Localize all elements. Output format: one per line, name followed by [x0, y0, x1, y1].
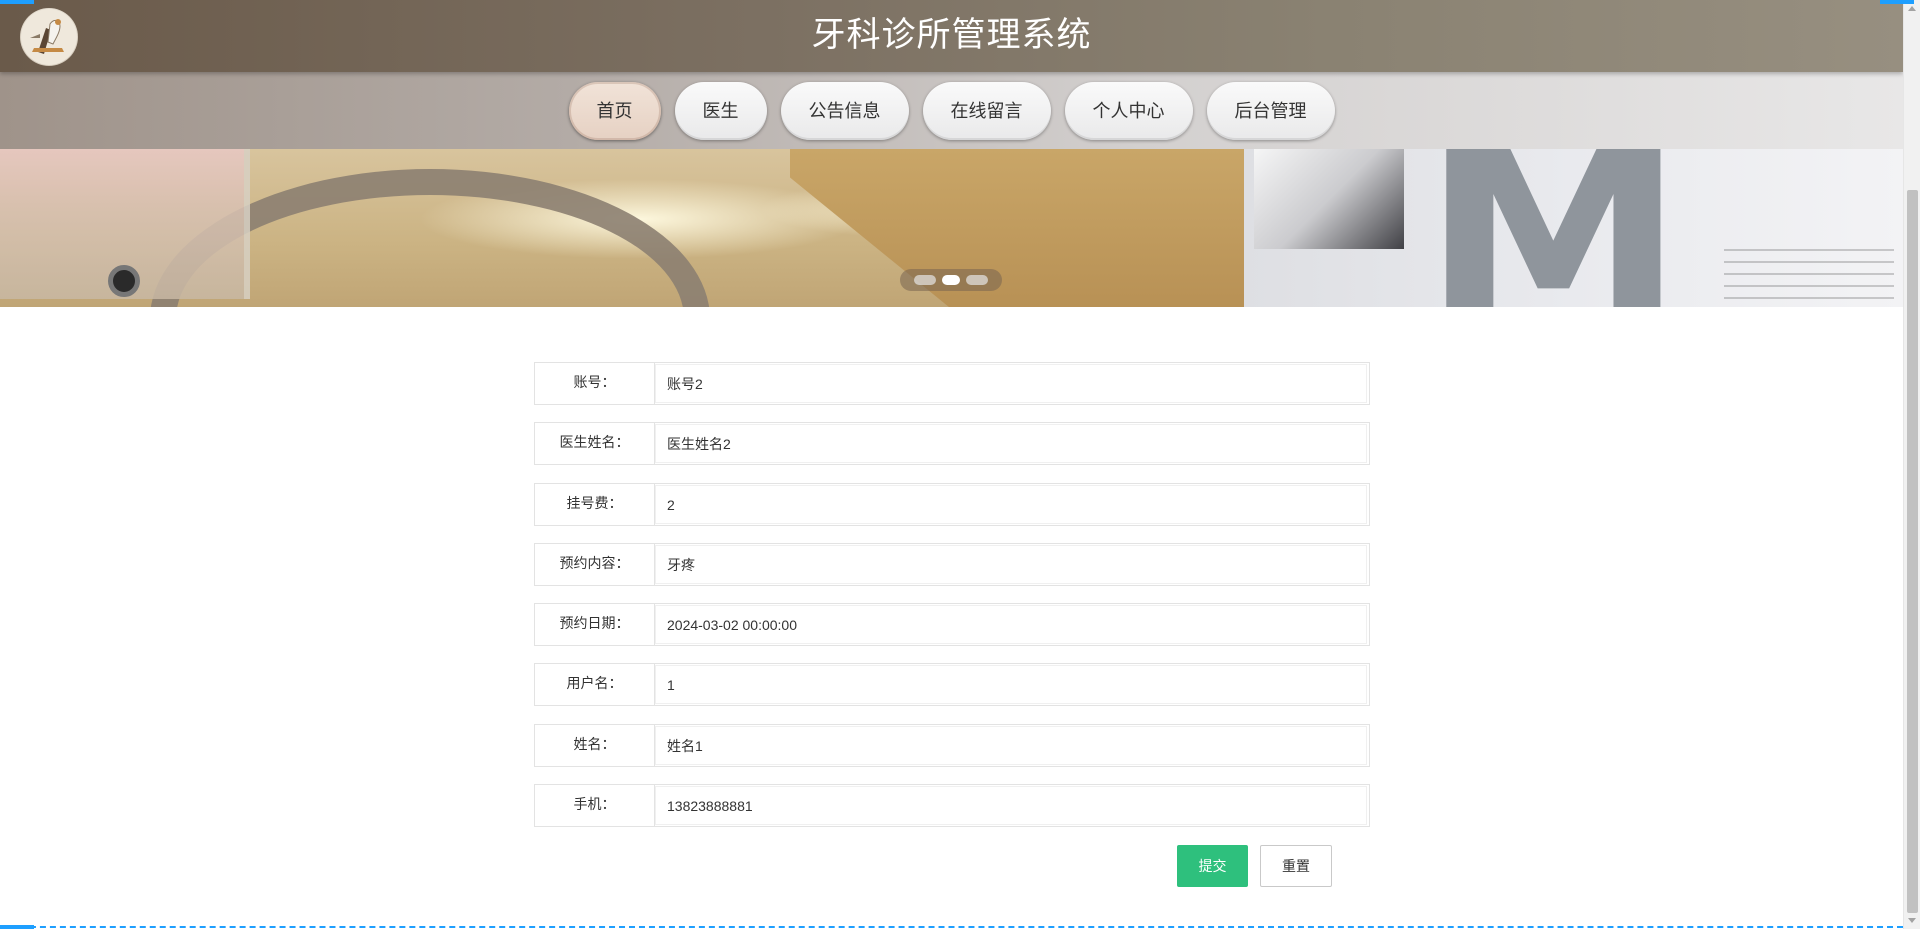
scroll-thumb[interactable]	[1907, 190, 1918, 913]
appointment-date-label: 预约日期：	[535, 604, 655, 646]
form-row-doctor-name: 医生姓名： 医生姓名2	[534, 422, 1370, 466]
main-nav: 首页 医生 公告信息 在线留言 个人中心 后台管理	[0, 82, 1903, 140]
registration-fee-label: 挂号费：	[535, 483, 655, 525]
nav-item-admin[interactable]: 后台管理	[1206, 82, 1335, 140]
username-label: 用户名：	[535, 664, 655, 706]
site-title: 牙科诊所管理系统	[811, 16, 1092, 54]
appointment-date-field[interactable]: 2024-03-02 00:00:00	[655, 605, 1367, 645]
registration-fee-field[interactable]: 2	[655, 484, 1367, 524]
wall-letter-graphic: M	[1422, 149, 1685, 307]
carousel-dot-3[interactable]	[966, 275, 988, 285]
corner-marker-top-left	[0, 0, 34, 4]
nav-item-doctor[interactable]: 医生	[674, 82, 767, 140]
form-row-date: 预约日期： 2024-03-02 00:00:00	[534, 603, 1370, 647]
wall-poster-image	[1254, 149, 1404, 249]
appointment-content-label: 预约内容：	[535, 543, 655, 585]
name-label: 姓名：	[535, 724, 655, 766]
carousel-indicators	[900, 269, 1002, 291]
form-row-username: 用户名： 1	[534, 663, 1370, 707]
account-field[interactable]: 账号2	[655, 364, 1367, 403]
form-row-phone: 手机： 13823888881	[534, 784, 1370, 828]
phone-label: 手机：	[535, 785, 655, 827]
account-label: 账号：	[535, 363, 655, 404]
form-row-content: 预约内容： 牙疼	[534, 542, 1370, 586]
corner-marker-bottom-left	[0, 925, 34, 929]
username-field[interactable]: 1	[655, 665, 1367, 705]
page-scrollbar[interactable]	[1903, 0, 1920, 929]
appointment-form: 账号： 账号2 医生姓名： 医生姓名2 挂号费： 2 预约内容： 牙疼 预约日期…	[534, 362, 1370, 828]
carousel-slide-hospital-floor	[0, 149, 1244, 307]
form-row-fee: 挂号费： 2	[534, 482, 1370, 526]
nav-item-announcements[interactable]: 公告信息	[780, 82, 909, 140]
submit-button[interactable]: 提交	[1177, 845, 1248, 887]
carousel-dot-1[interactable]	[914, 275, 936, 285]
bed-wheel	[108, 265, 140, 297]
doctor-name-field[interactable]: 医生姓名2	[655, 424, 1367, 464]
wall-text-graphic	[1724, 249, 1894, 299]
form-row-account: 账号： 账号2	[534, 362, 1370, 405]
reset-button[interactable]: 重置	[1260, 845, 1332, 887]
bottom-divider	[0, 926, 1903, 928]
top-header: 牙科诊所管理系统	[0, 0, 1903, 72]
nav-item-home[interactable]: 首页	[568, 82, 661, 140]
wall-shade	[790, 149, 1244, 307]
page-viewport: 牙科诊所管理系统 首页 医生 公告信息 在线留言 个人中心 后台管理 M 账号：…	[0, 0, 1903, 929]
nav-item-messages[interactable]: 在线留言	[922, 82, 1051, 140]
carousel-dot-2[interactable]	[942, 275, 960, 285]
doctor-name-label: 医生姓名：	[535, 423, 655, 465]
appointment-content-field[interactable]: 牙疼	[655, 544, 1367, 584]
carousel-slide-clinic-wall: M	[1244, 149, 1903, 307]
phone-field[interactable]: 13823888881	[655, 786, 1367, 826]
scroll-up-arrow-icon[interactable]	[1908, 6, 1916, 11]
scroll-down-arrow-icon[interactable]	[1908, 918, 1916, 923]
form-actions: 提交 重置	[1177, 845, 1332, 887]
banner-carousel[interactable]: M	[0, 149, 1903, 307]
name-field[interactable]: 姓名1	[655, 725, 1367, 765]
form-row-name: 姓名： 姓名1	[534, 723, 1370, 767]
nav-bar: 首页 医生 公告信息 在线留言 个人中心 后台管理	[0, 72, 1903, 149]
nav-item-personal-center[interactable]: 个人中心	[1064, 82, 1193, 140]
corner-marker-top-right	[1880, 0, 1914, 4]
